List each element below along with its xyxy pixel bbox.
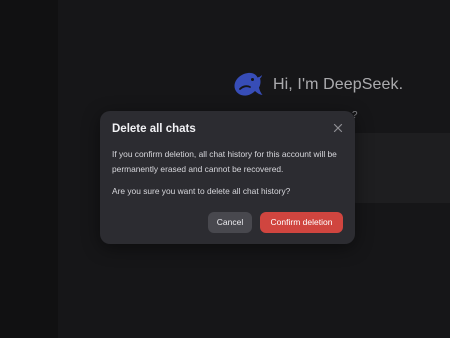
close-icon[interactable] (331, 121, 345, 135)
dialog-question-text: Are you sure you want to delete all chat… (112, 186, 291, 196)
confirm-deletion-button[interactable]: Confirm deletion (260, 212, 343, 233)
app-window: Hi, I'm DeepSeek. ? Delete all chats If … (0, 0, 450, 338)
cancel-button[interactable]: Cancel (208, 212, 252, 233)
dialog-body: If you confirm deletion, all chat histor… (112, 147, 348, 199)
delete-chats-dialog: Delete all chats If you confirm deletion… (100, 111, 355, 244)
dialog-warning-text: If you confirm deletion, all chat histor… (112, 149, 337, 174)
dialog-title: Delete all chats (112, 123, 196, 135)
